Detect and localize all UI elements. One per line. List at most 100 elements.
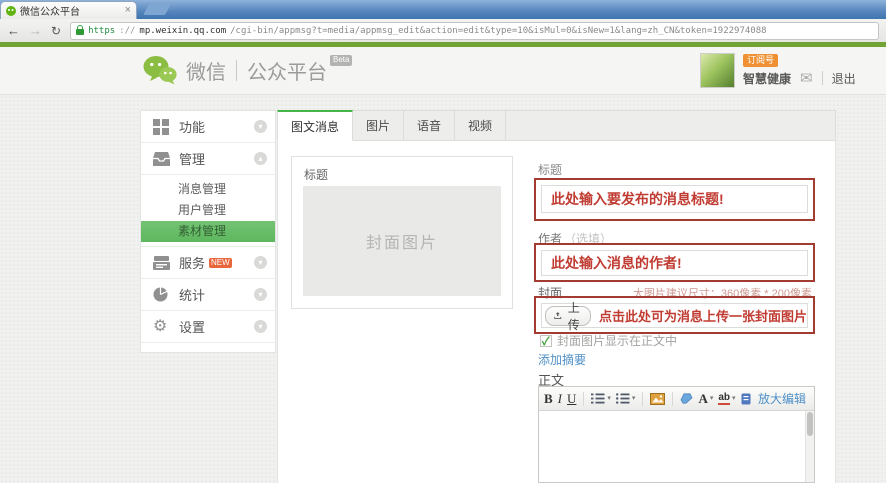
sidebar-item-functions[interactable]: 功能 ▾ xyxy=(141,111,275,143)
new-tab-button[interactable] xyxy=(143,4,171,15)
gear-icon: ⚙ xyxy=(153,317,168,335)
sidebar-item-label: 管理 xyxy=(179,152,206,167)
italic-button[interactable]: I xyxy=(558,392,562,405)
tabbar-filler xyxy=(506,110,836,141)
sidebar-item-label: 服务 NEW xyxy=(179,253,254,272)
logout-link[interactable]: 退出 xyxy=(832,70,856,87)
highlight-button[interactable]: ab ▾ xyxy=(718,392,736,405)
blockquote-button[interactable] xyxy=(741,393,751,405)
unordered-list-button[interactable]: ▾ xyxy=(615,393,636,404)
chevron-down-icon[interactable]: ▾ xyxy=(254,120,267,133)
font-color-button[interactable]: A ▾ xyxy=(698,392,713,405)
account-type-badge: 订阅号 xyxy=(743,54,779,67)
ordered-list-button[interactable]: ▾ xyxy=(591,393,611,404)
chevron-down-icon[interactable]: ▾ xyxy=(254,288,267,301)
title-annotation-box: 此处输入要发布的消息标题! xyxy=(534,178,815,221)
new-badge: NEW xyxy=(209,257,232,268)
screen: 微信公众平台 × ← → ↻ https://mp.weixin.qq.com /… xyxy=(0,0,886,483)
scrollbar-thumb[interactable] xyxy=(807,412,813,436)
author-annotation-box: 此处输入消息的作者! xyxy=(534,243,815,282)
upload-icon xyxy=(554,312,562,319)
editor-toolbar: B I U ▾ ▾ A ▾ ab ▾ 放大编辑 xyxy=(539,387,814,411)
highlight-icon: ab xyxy=(718,392,731,405)
sidebar-item-management[interactable]: 管理 ▴ xyxy=(141,143,275,175)
pie-chart-icon xyxy=(153,287,171,302)
wechat-favicon-icon xyxy=(6,5,16,16)
chevron-up-icon[interactable]: ▴ xyxy=(254,152,267,165)
editor-scrollbar[interactable] xyxy=(805,411,814,482)
add-summary-link[interactable]: 添加摘要 xyxy=(538,351,586,368)
title-input[interactable]: 此处输入要发布的消息标题! xyxy=(541,185,808,213)
account-name: 智慧健康 xyxy=(743,71,792,86)
sidebar-submenu: 消息管理 用户管理 素材管理 xyxy=(141,175,275,247)
chevron-down-icon[interactable]: ▾ xyxy=(254,320,267,333)
browser-toolbar: ← → ↻ https://mp.weixin.qq.com/cgi-bin/a… xyxy=(0,19,886,42)
ordered-list-icon xyxy=(591,393,605,404)
browser-tab[interactable]: 微信公众平台 × xyxy=(0,1,137,19)
upload-button[interactable]: 上传 xyxy=(545,301,591,332)
tab-rich-media-message[interactable]: 图文消息 xyxy=(277,110,354,141)
bold-button[interactable]: B xyxy=(544,392,553,405)
upload-annotation-box: 上传 点击此处可为消息上传一张封面图片 xyxy=(534,296,815,334)
dropdown-caret-icon: ▾ xyxy=(631,395,636,402)
url-bar[interactable]: https://mp.weixin.qq.com/cgi-bin/appmsg?… xyxy=(70,21,879,40)
account-area: 订阅号 智慧健康 ✉ 退出 xyxy=(700,53,856,88)
toolbar-separator xyxy=(642,391,644,406)
upload-annotation-text: 点击此处可为消息上传一张封面图片 xyxy=(598,309,807,324)
unordered-list-icon xyxy=(615,393,630,404)
site-header: 微信 公众平台 Beta 订阅号 智慧健康 ✉ 退出 xyxy=(0,47,886,95)
author-input[interactable]: 此处输入消息的作者! xyxy=(541,250,808,276)
back-icon[interactable]: ← xyxy=(7,24,20,37)
url-path: /cgi-bin/appmsg?t=media/appmsg_edit&acti… xyxy=(230,25,767,36)
tab-title: 微信公众平台 xyxy=(20,7,80,18)
dropdown-caret-icon: ▾ xyxy=(732,395,736,402)
url-scheme: https xyxy=(88,25,116,36)
brand-sub-text: 公众平台 xyxy=(247,62,327,84)
forward-icon[interactable]: → xyxy=(29,24,42,37)
article-preview-card[interactable]: 标题 封面图片 xyxy=(291,156,513,309)
brand-divider xyxy=(236,60,237,81)
sidebar-item-material-management[interactable]: 素材管理 xyxy=(141,221,275,242)
cover-in-body-checkbox[interactable]: ✓ xyxy=(540,334,552,348)
inbox-icon xyxy=(153,151,171,166)
sidebar-item-label: 功能 xyxy=(179,120,206,135)
zoom-edit-link[interactable]: 放大编辑 xyxy=(758,390,809,407)
tab-video[interactable]: 视频 xyxy=(455,110,507,141)
toolbar-separator xyxy=(583,391,585,406)
beta-badge: Beta xyxy=(330,55,353,66)
editor-textarea[interactable] xyxy=(539,411,814,482)
font-color-icon: A xyxy=(698,391,708,406)
reload-icon[interactable]: ↻ xyxy=(51,25,61,37)
sidebar-item-message-management[interactable]: 消息管理 xyxy=(141,179,275,200)
sidebar-item-statistics[interactable]: 统计 ▾ xyxy=(141,279,275,311)
sidebar-item-service[interactable]: 服务 NEW ▾ xyxy=(141,247,275,279)
content-panel: 标题 封面图片 标题 此处输入要发布的消息标题! 作者 （选填） 此处输入消息的作… xyxy=(277,141,836,483)
avatar[interactable] xyxy=(700,53,735,88)
image-icon xyxy=(650,392,666,405)
browser-tab-strip: 微信公众平台 × xyxy=(0,0,886,19)
sidebar-item-user-management[interactable]: 用户管理 xyxy=(141,200,275,221)
wechat-logo[interactable]: 微信 公众平台 Beta xyxy=(143,55,353,86)
eraser-icon xyxy=(680,393,693,404)
url-host: mp.weixin.qq.com xyxy=(139,25,227,36)
tab-voice[interactable]: 语音 xyxy=(404,110,456,141)
cover-in-body-row: ✓ 封面图片显示在正文中 xyxy=(540,332,677,349)
underline-button[interactable]: U xyxy=(567,392,576,405)
insert-image-button[interactable] xyxy=(650,392,666,405)
eraser-button[interactable] xyxy=(680,393,693,404)
author-annotation-text: 此处输入消息的作者! xyxy=(551,255,682,271)
cover-upload-field: 上传 点击此处可为消息上传一张封面图片 xyxy=(541,301,808,332)
checkbox-label: 封面图片显示在正文中 xyxy=(557,334,678,348)
envelope-icon[interactable]: ✉ xyxy=(800,71,813,86)
title-label: 标题 xyxy=(538,163,563,177)
sidebar-item-label: 设置 xyxy=(179,320,206,335)
check-icon: ✓ xyxy=(542,335,550,348)
content-tabs: 图文消息 图片 语音 视频 xyxy=(277,110,836,141)
close-tab-icon[interactable]: × xyxy=(125,5,131,16)
sidebar-item-settings[interactable]: ⚙ 设置 ▾ xyxy=(141,311,275,343)
cover-image-placeholder[interactable]: 封面图片 xyxy=(303,186,501,296)
wechat-logo-icon xyxy=(143,56,177,85)
chevron-down-icon[interactable]: ▾ xyxy=(254,256,267,269)
tab-image[interactable]: 图片 xyxy=(353,110,405,141)
brand-text: 微信 xyxy=(186,62,226,84)
